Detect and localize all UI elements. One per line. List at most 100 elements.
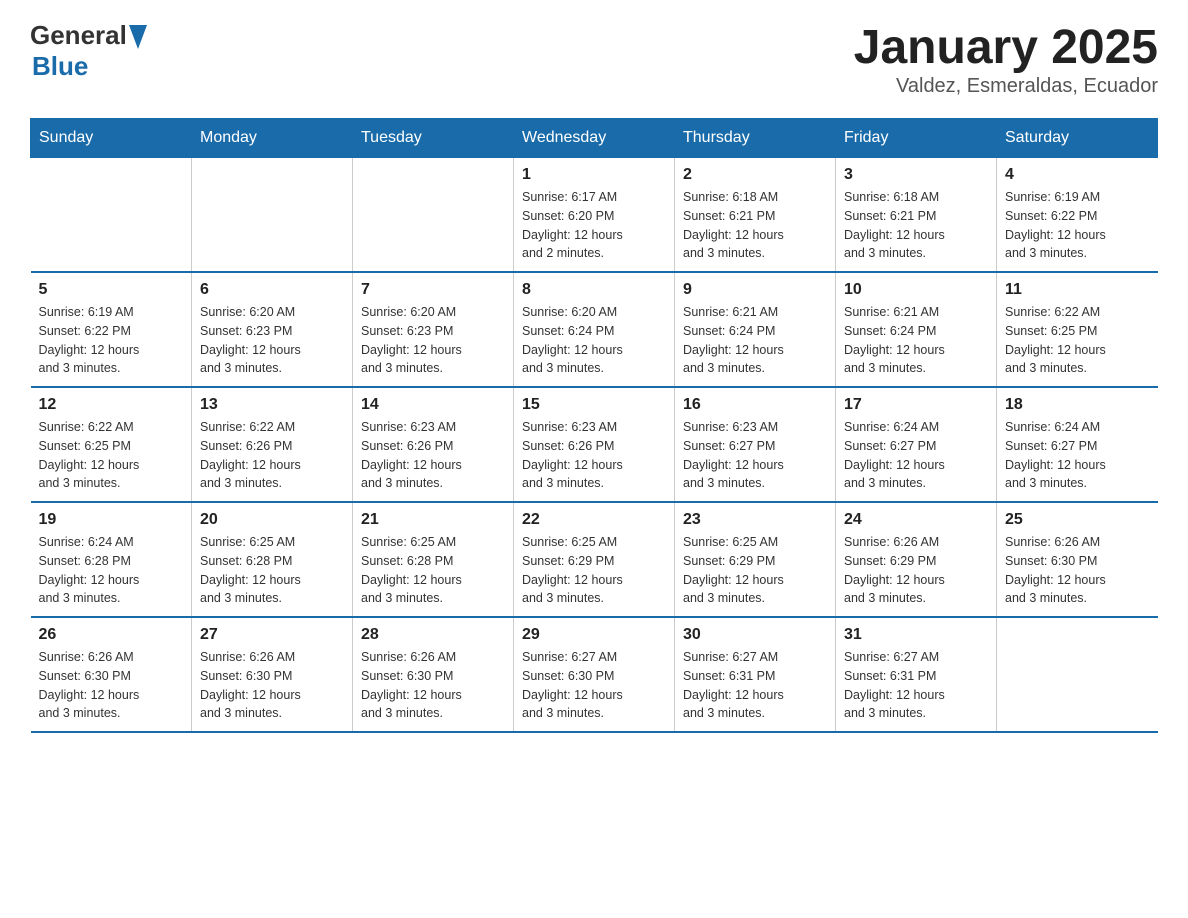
calendar-cell: 31Sunrise: 6:27 AM Sunset: 6:31 PM Dayli… — [836, 617, 997, 732]
calendar-cell: 3 Sunrise: 6:18 AM Sunset: 6:21 PM Daylig… — [836, 158, 997, 273]
day-number: 3 — [844, 166, 988, 184]
calendar-cell: 1 Sunrise: 6:17 AM Sunset: 6:20 PM Daylig… — [514, 158, 675, 273]
day-info: Sunrise: 6:26 AM Sunset: 6:30 PM Dayligh… — [39, 648, 184, 723]
day-info: Sunrise: 6:24 AM Sunset: 6:27 PM Dayligh… — [844, 418, 988, 493]
day-info: Sunrise: 6:19 AM Sunset: 6:22 PM Dayligh… — [39, 303, 184, 378]
calendar-cell: 11Sunrise: 6:22 AM Sunset: 6:25 PM Dayli… — [997, 272, 1158, 387]
calendar-cell: 4 Sunrise: 6:19 AM Sunset: 6:22 PM Daylig… — [997, 158, 1158, 273]
calendar-cell: 16Sunrise: 6:23 AM Sunset: 6:27 PM Dayli… — [675, 387, 836, 502]
weekday-header-wednesday: Wednesday — [514, 119, 675, 158]
logo-general-text: General — [30, 20, 127, 51]
calendar-cell: 24 Sunrise: 6:26 AM Sunset: 6:29 PM Dayli… — [836, 502, 997, 617]
calendar-cell: 21 Sunrise: 6:25 AM Sunset: 6:28 PM Dayli… — [353, 502, 514, 617]
day-number: 25 — [1005, 511, 1150, 529]
day-number: 2 — [683, 166, 827, 184]
day-number: 4 — [1005, 166, 1150, 184]
calendar-cell: 10 Sunrise: 6:21 AM Sunset: 6:24 PM Dayli… — [836, 272, 997, 387]
day-number: 27 — [200, 626, 344, 644]
day-number: 6 — [200, 281, 344, 299]
calendar-cell: 25 Sunrise: 6:26 AM Sunset: 6:30 PM Dayli… — [997, 502, 1158, 617]
calendar-cell: 12Sunrise: 6:22 AM Sunset: 6:25 PM Dayli… — [31, 387, 192, 502]
day-info: Sunrise: 6:26 AM Sunset: 6:30 PM Dayligh… — [361, 648, 505, 723]
page-subtitle: Valdez, Esmeraldas, Ecuador — [854, 75, 1158, 98]
day-number: 30 — [683, 626, 827, 644]
calendar-cell: 29 Sunrise: 6:27 AM Sunset: 6:30 PM Dayli… — [514, 617, 675, 732]
page-header: General Blue January 2025 Valdez, Esmera… — [30, 20, 1158, 98]
day-number: 15 — [522, 396, 666, 414]
calendar-week-2: 5Sunrise: 6:19 AM Sunset: 6:22 PM Daylig… — [31, 272, 1158, 387]
calendar-cell — [31, 158, 192, 273]
weekday-header-sunday: Sunday — [31, 119, 192, 158]
day-number: 13 — [200, 396, 344, 414]
calendar-cell: 20 Sunrise: 6:25 AM Sunset: 6:28 PM Dayli… — [192, 502, 353, 617]
calendar-cell: 7 Sunrise: 6:20 AM Sunset: 6:23 PM Daylig… — [353, 272, 514, 387]
day-number: 31 — [844, 626, 988, 644]
day-info: Sunrise: 6:26 AM Sunset: 6:29 PM Dayligh… — [844, 533, 988, 608]
day-info: Sunrise: 6:17 AM Sunset: 6:20 PM Dayligh… — [522, 188, 666, 263]
calendar-header: SundayMondayTuesdayWednesdayThursdayFrid… — [31, 119, 1158, 158]
calendar-cell — [353, 158, 514, 273]
day-number: 9 — [683, 281, 827, 299]
day-info: Sunrise: 6:25 AM Sunset: 6:28 PM Dayligh… — [361, 533, 505, 608]
logo-blue-text: Blue — [32, 51, 147, 82]
day-info: Sunrise: 6:23 AM Sunset: 6:26 PM Dayligh… — [361, 418, 505, 493]
day-info: Sunrise: 6:25 AM Sunset: 6:29 PM Dayligh… — [683, 533, 827, 608]
day-number: 7 — [361, 281, 505, 299]
weekday-header-saturday: Saturday — [997, 119, 1158, 158]
day-number: 18 — [1005, 396, 1150, 414]
weekday-header-row: SundayMondayTuesdayWednesdayThursdayFrid… — [31, 119, 1158, 158]
calendar-cell: 18 Sunrise: 6:24 AM Sunset: 6:27 PM Dayli… — [997, 387, 1158, 502]
day-info: Sunrise: 6:25 AM Sunset: 6:29 PM Dayligh… — [522, 533, 666, 608]
day-info: Sunrise: 6:25 AM Sunset: 6:28 PM Dayligh… — [200, 533, 344, 608]
calendar-body: 1 Sunrise: 6:17 AM Sunset: 6:20 PM Daylig… — [31, 158, 1158, 733]
day-number: 19 — [39, 511, 184, 529]
calendar-week-3: 12Sunrise: 6:22 AM Sunset: 6:25 PM Dayli… — [31, 387, 1158, 502]
day-number: 29 — [522, 626, 666, 644]
day-number: 14 — [361, 396, 505, 414]
calendar-table: SundayMondayTuesdayWednesdayThursdayFrid… — [30, 118, 1158, 733]
day-info: Sunrise: 6:19 AM Sunset: 6:22 PM Dayligh… — [1005, 188, 1150, 263]
calendar-cell: 6Sunrise: 6:20 AM Sunset: 6:23 PM Daylig… — [192, 272, 353, 387]
day-number: 24 — [844, 511, 988, 529]
weekday-header-monday: Monday — [192, 119, 353, 158]
logo: General Blue — [30, 20, 147, 82]
day-info: Sunrise: 6:20 AM Sunset: 6:23 PM Dayligh… — [361, 303, 505, 378]
day-info: Sunrise: 6:21 AM Sunset: 6:24 PM Dayligh… — [844, 303, 988, 378]
day-info: Sunrise: 6:24 AM Sunset: 6:27 PM Dayligh… — [1005, 418, 1150, 493]
day-info: Sunrise: 6:22 AM Sunset: 6:25 PM Dayligh… — [1005, 303, 1150, 378]
calendar-week-5: 26 Sunrise: 6:26 AM Sunset: 6:30 PM Dayli… — [31, 617, 1158, 732]
day-info: Sunrise: 6:26 AM Sunset: 6:30 PM Dayligh… — [1005, 533, 1150, 608]
day-number: 10 — [844, 281, 988, 299]
day-info: Sunrise: 6:23 AM Sunset: 6:26 PM Dayligh… — [522, 418, 666, 493]
day-number: 12 — [39, 396, 184, 414]
day-number: 28 — [361, 626, 505, 644]
day-info: Sunrise: 6:23 AM Sunset: 6:27 PM Dayligh… — [683, 418, 827, 493]
calendar-cell: 17 Sunrise: 6:24 AM Sunset: 6:27 PM Dayli… — [836, 387, 997, 502]
day-number: 21 — [361, 511, 505, 529]
day-number: 8 — [522, 281, 666, 299]
calendar-cell: 28 Sunrise: 6:26 AM Sunset: 6:30 PM Dayli… — [353, 617, 514, 732]
day-info: Sunrise: 6:27 AM Sunset: 6:30 PM Dayligh… — [522, 648, 666, 723]
calendar-cell: 30 Sunrise: 6:27 AM Sunset: 6:31 PM Dayli… — [675, 617, 836, 732]
calendar-cell: 15 Sunrise: 6:23 AM Sunset: 6:26 PM Dayli… — [514, 387, 675, 502]
day-number: 26 — [39, 626, 184, 644]
day-number: 1 — [522, 166, 666, 184]
day-info: Sunrise: 6:20 AM Sunset: 6:24 PM Dayligh… — [522, 303, 666, 378]
day-info: Sunrise: 6:21 AM Sunset: 6:24 PM Dayligh… — [683, 303, 827, 378]
calendar-cell: 9 Sunrise: 6:21 AM Sunset: 6:24 PM Daylig… — [675, 272, 836, 387]
weekday-header-friday: Friday — [836, 119, 997, 158]
day-number: 23 — [683, 511, 827, 529]
calendar-cell — [997, 617, 1158, 732]
day-number: 17 — [844, 396, 988, 414]
calendar-cell: 5Sunrise: 6:19 AM Sunset: 6:22 PM Daylig… — [31, 272, 192, 387]
day-info: Sunrise: 6:18 AM Sunset: 6:21 PM Dayligh… — [844, 188, 988, 263]
day-info: Sunrise: 6:26 AM Sunset: 6:30 PM Dayligh… — [200, 648, 344, 723]
day-info: Sunrise: 6:22 AM Sunset: 6:26 PM Dayligh… — [200, 418, 344, 493]
day-number: 22 — [522, 511, 666, 529]
day-number: 20 — [200, 511, 344, 529]
page-title: January 2025 — [854, 20, 1158, 75]
calendar-cell: 8 Sunrise: 6:20 AM Sunset: 6:24 PM Daylig… — [514, 272, 675, 387]
day-info: Sunrise: 6:27 AM Sunset: 6:31 PM Dayligh… — [683, 648, 827, 723]
calendar-cell: 2Sunrise: 6:18 AM Sunset: 6:21 PM Daylig… — [675, 158, 836, 273]
calendar-week-4: 19Sunrise: 6:24 AM Sunset: 6:28 PM Dayli… — [31, 502, 1158, 617]
